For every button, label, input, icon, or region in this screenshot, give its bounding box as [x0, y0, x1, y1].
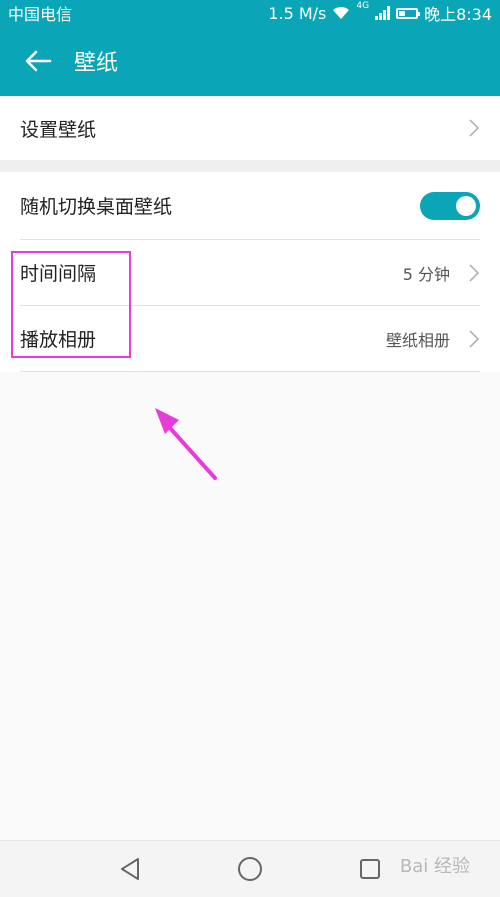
nav-back-button[interactable]: [110, 849, 150, 889]
watermark-label: Bai 经验: [399, 856, 470, 877]
back-button[interactable]: [10, 33, 66, 89]
triangle-back-icon: [121, 858, 139, 880]
status-bar: 中国电信 1.5 M/s 4G 晚上8:34: [0, 0, 500, 26]
network-type: 4G: [356, 1, 370, 11]
annotation-arrow-icon: [155, 408, 217, 480]
toggle-knob: [456, 195, 476, 216]
status-indicators: 1.5 M/s 4G 晚上8:34: [268, 1, 492, 25]
signal-icon: [375, 6, 391, 20]
carrier-label: 中国电信: [8, 5, 73, 24]
nav-recents-button[interactable]: [350, 849, 390, 889]
chevron-right-icon: [469, 119, 480, 137]
network-speed: 1.5 M/s: [268, 3, 327, 23]
arrow-left-icon: [25, 50, 52, 72]
random-switch-row[interactable]: 随机切换桌面壁纸: [20, 172, 480, 240]
battery-fill: [399, 10, 406, 16]
square-recents-icon: [360, 859, 380, 879]
annotation-highlight-box: [11, 251, 131, 358]
nav-home-button[interactable]: [230, 849, 270, 889]
section-divider: [0, 160, 500, 172]
set-wallpaper-label: 设置壁纸: [20, 118, 97, 141]
wifi-icon: [333, 6, 350, 19]
chevron-right-icon: [469, 329, 480, 348]
battery-icon: [396, 7, 421, 19]
circle-home-icon: [238, 857, 262, 881]
app-bar: 壁纸: [0, 26, 500, 96]
album-value: 壁纸相册: [385, 330, 450, 350]
interval-right: 5 分钟: [403, 261, 480, 285]
set-wallpaper-row[interactable]: 设置壁纸: [20, 96, 480, 160]
random-switch-label: 随机切换桌面壁纸: [20, 196, 173, 218]
random-switch-toggle[interactable]: [420, 191, 480, 220]
clock: 晚上8:34: [424, 5, 492, 24]
page-title: 壁纸: [74, 51, 119, 76]
interval-value: 5 分钟: [402, 264, 450, 284]
set-wallpaper-section: 设置壁纸: [0, 96, 500, 160]
chevron-right-icon: [469, 263, 480, 282]
album-right: 壁纸相册: [386, 327, 480, 351]
